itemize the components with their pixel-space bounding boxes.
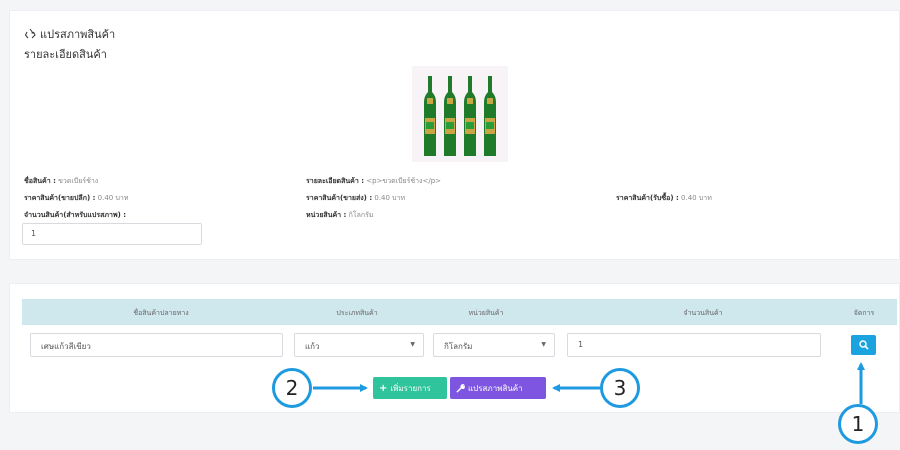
type-select-value: แก้ว <box>305 342 320 351</box>
wrench-icon <box>456 383 465 393</box>
target-name-input[interactable]: เศษแก้วสีเขียว <box>30 333 283 357</box>
product-unit: หน่วยสินค้า : กิโลกรัม <box>306 211 374 219</box>
col-qty: จำนวนสินค้า <box>683 309 723 317</box>
callout-2: 2 <box>272 368 312 408</box>
recycle-icon <box>24 28 36 39</box>
search-icon <box>858 340 869 350</box>
search-button[interactable] <box>851 335 876 355</box>
callout-1: 1 <box>838 404 878 444</box>
convert-qty-input[interactable]: 1 <box>22 223 202 245</box>
col-target-name: ชื่อสินค้าปลายทาง <box>133 309 189 317</box>
wholesale-price: ราคาสินค้า(ขายส่ง) : 0.40 บาท <box>306 194 406 202</box>
col-type: ประเภทสินค้า <box>336 309 378 317</box>
unit-select-value: กิโลกรัม <box>444 342 473 351</box>
type-select[interactable]: แก้ว ▼ <box>294 333 424 357</box>
convert-qty-label: จำนวนสินค้า(สำหรับแปรสภาพ) : <box>24 211 127 219</box>
col-unit: หน่วยสินค้า <box>468 309 504 317</box>
retail-price: ราคาสินค้า(ขายปลีก) : 0.40 บาท <box>24 194 129 202</box>
unit-select[interactable]: กิโลกรัม ▼ <box>433 333 555 357</box>
convert-product-button[interactable]: แปรสภาพสินค้า <box>450 377 546 399</box>
page-title-text: แปรสภาพสินค้า <box>40 28 116 41</box>
add-item-button[interactable]: + เพิ่มรายการ <box>373 377 447 399</box>
col-manage: จัดการ <box>853 309 875 317</box>
add-item-label: เพิ่มรายการ <box>390 383 431 393</box>
table-header: ชื่อสินค้าปลายทาง ประเภทสินค้า หน่วยสินค… <box>22 299 897 325</box>
buy-price: ราคาสินค้า(รับซื้อ) : 0.40 บาท <box>616 194 712 202</box>
product-image <box>412 66 508 162</box>
callout-3: 3 <box>600 368 640 408</box>
plus-icon: + <box>379 382 388 394</box>
chevron-down-icon: ▼ <box>541 341 546 348</box>
convert-product-label: แปรสภาพสินค้า <box>468 383 523 393</box>
page-title: แปรสภาพสินค้า <box>24 25 115 43</box>
product-detail: รายละเอียดสินค้า : <p>ขวดเบียร์ช้าง</p> <box>306 177 441 185</box>
product-name: ชื่อสินค้า : ขวดเบียร์ช้าง <box>24 177 99 185</box>
qty-input[interactable]: 1 <box>567 333 821 357</box>
section-subtitle: รายละเอียดสินค้า <box>24 48 107 61</box>
chevron-down-icon: ▼ <box>410 341 415 348</box>
